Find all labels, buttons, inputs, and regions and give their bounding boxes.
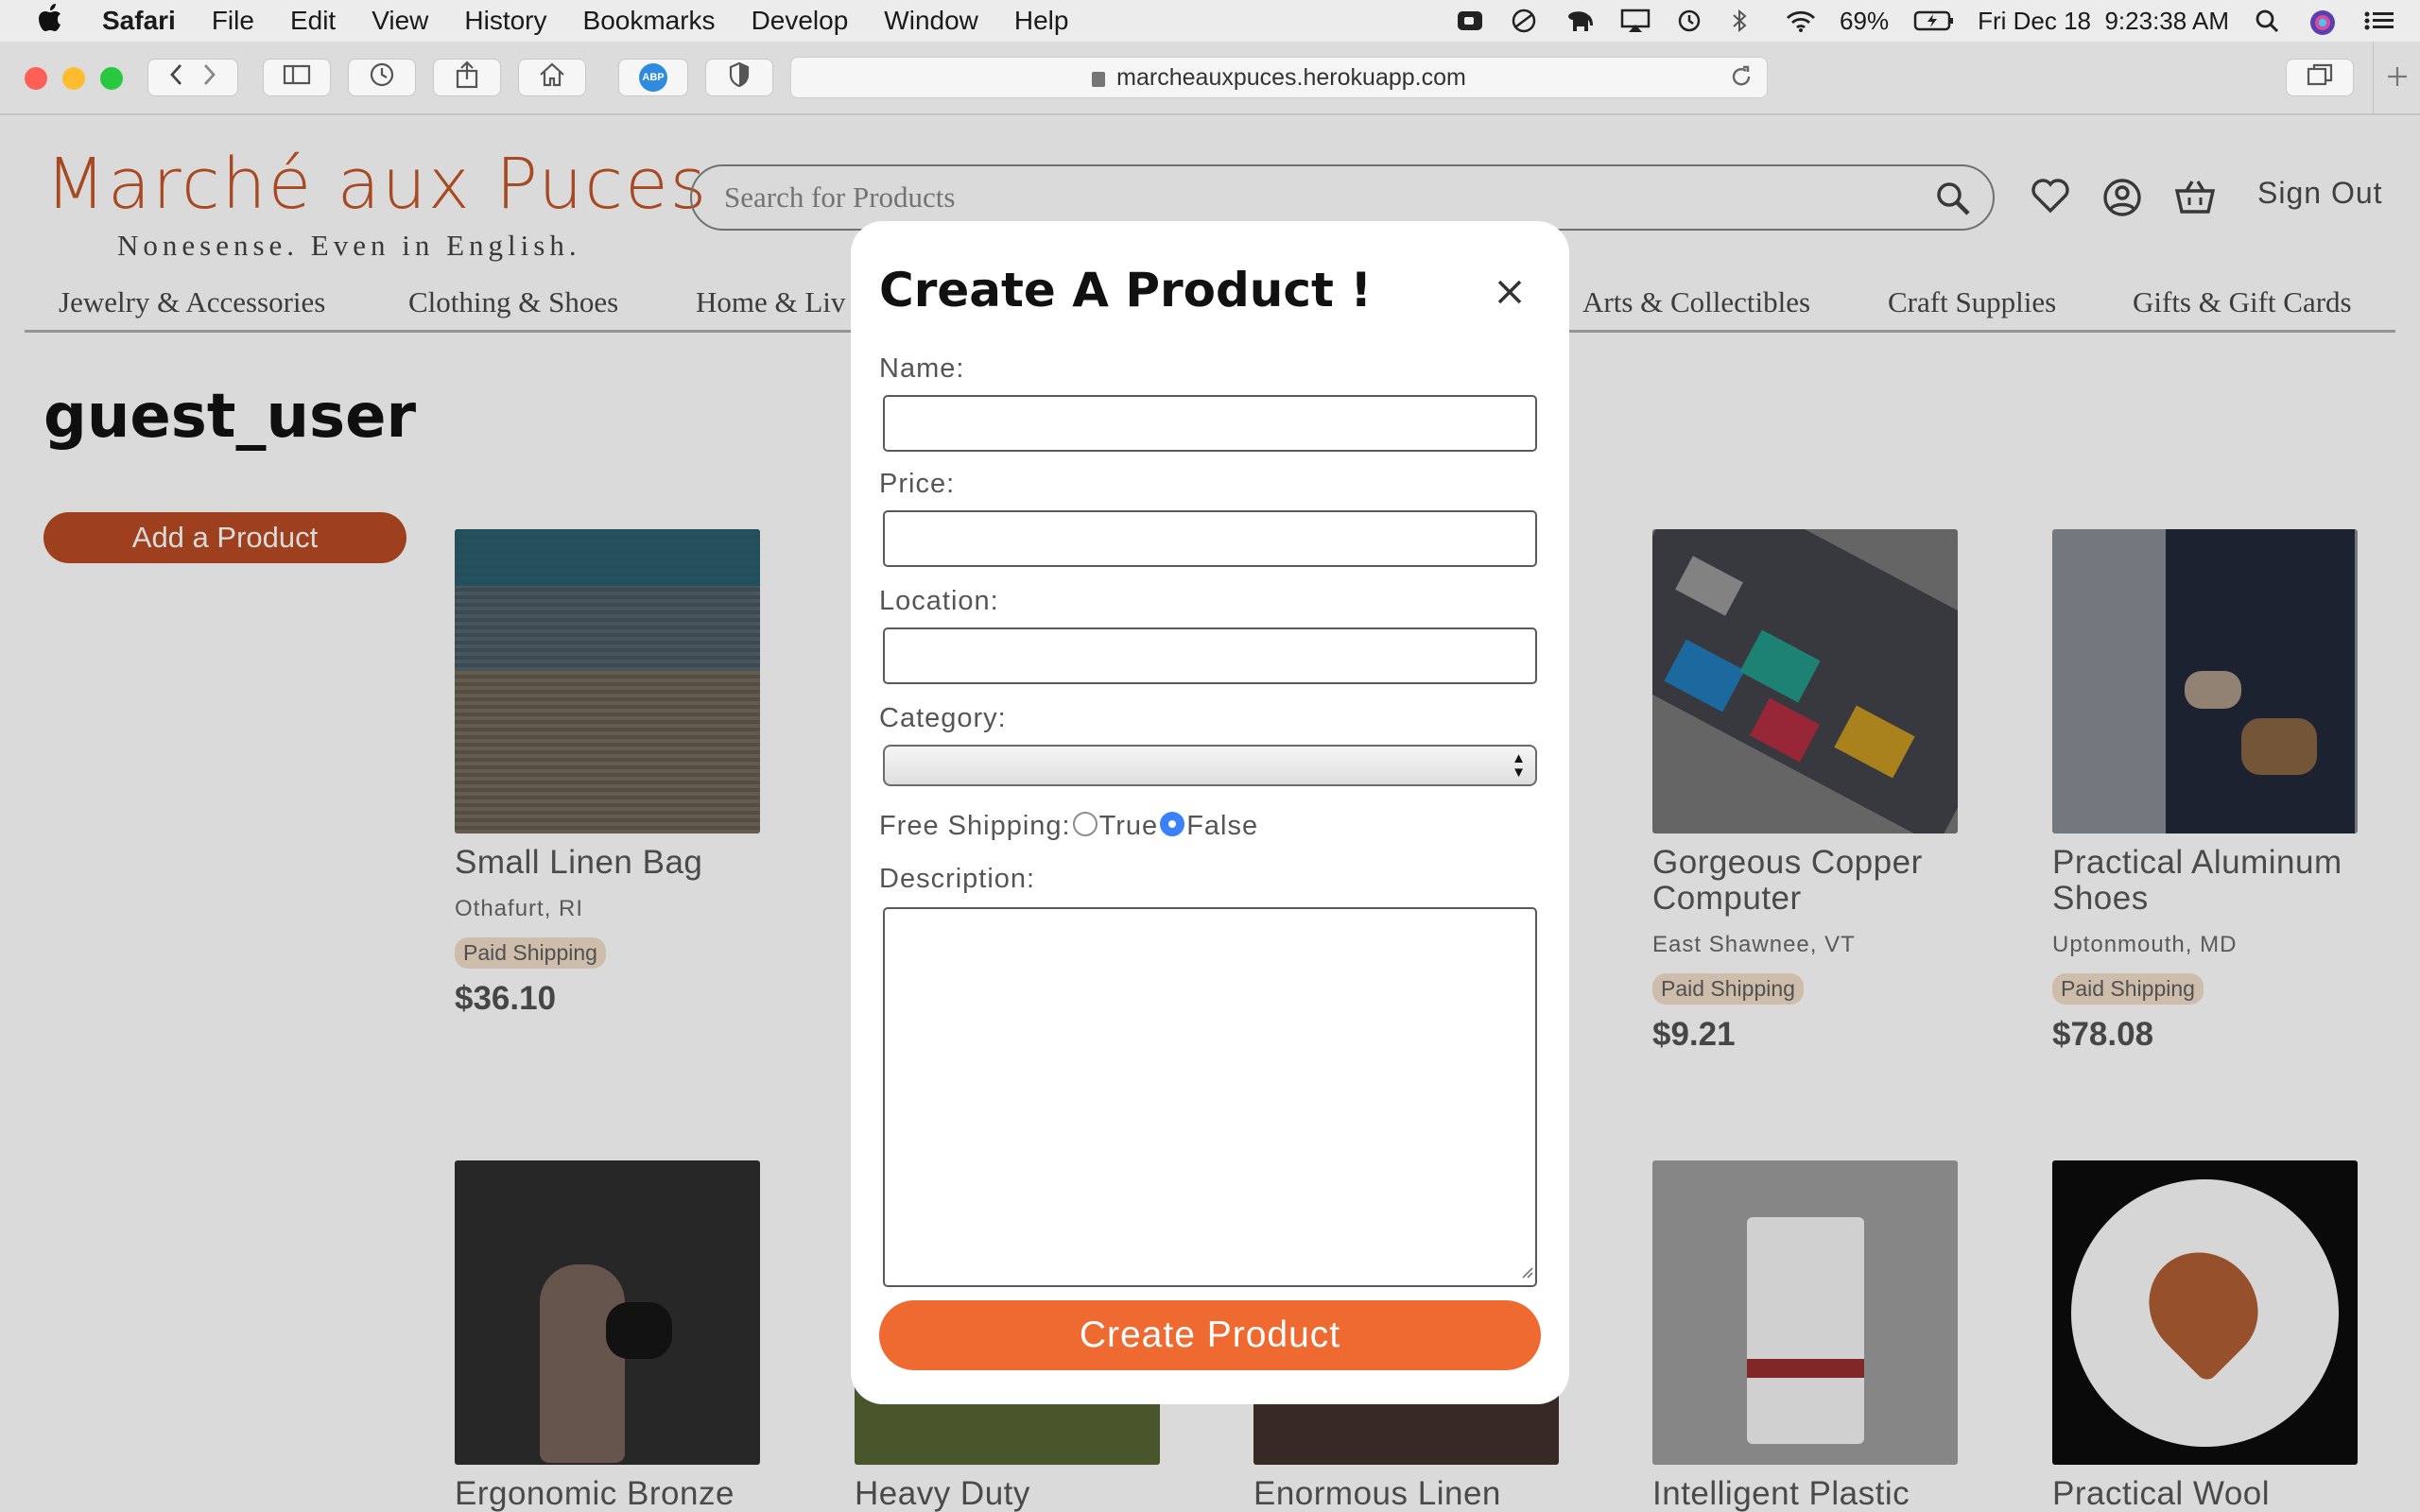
home-button[interactable] (518, 59, 586, 96)
share-button[interactable] (433, 59, 501, 96)
price-label: Price: (879, 469, 956, 499)
macos-menu-bar: Safari File Edit View History Bookmarks … (0, 0, 2420, 42)
menu-file[interactable]: File (212, 6, 254, 36)
free-shipping-false-label[interactable]: False (1186, 811, 1258, 842)
clock-datetime[interactable]: Fri Dec 18 9:23:38 AM (1978, 7, 2229, 36)
adblock-icon: ABP (639, 63, 667, 92)
free-shipping-group: Free Shipping: True False (879, 811, 1258, 842)
tabs-icon (2307, 62, 2333, 94)
menu-history[interactable]: History (464, 6, 546, 36)
menu-bookmarks[interactable]: Bookmarks (583, 6, 716, 36)
free-shipping-true-radio[interactable] (1072, 811, 1098, 836)
sidebar-icon (283, 63, 311, 93)
create-product-modal: Create A Product ! Name: Price: Location… (851, 221, 1569, 1404)
menu-edit[interactable]: Edit (290, 6, 336, 36)
name-label: Name: (879, 353, 965, 384)
apple-menu-icon[interactable] (38, 3, 62, 39)
share-icon (455, 60, 479, 95)
menu-view[interactable]: View (372, 6, 428, 36)
resize-grip-icon[interactable] (1518, 1263, 1533, 1283)
lock-icon (1092, 72, 1106, 87)
category-label: Category: (879, 703, 1007, 733)
battery-percent: 69% (1840, 6, 1890, 35)
close-window-button[interactable] (25, 67, 47, 90)
wifi-icon[interactable] (1785, 9, 1816, 33)
menu-help[interactable]: Help (1014, 6, 1069, 36)
browser-toolbar: ABP marcheauxpuces.herokuapp.com (0, 42, 2420, 115)
reload-icon[interactable] (1729, 63, 1754, 96)
free-shipping-false-radio[interactable] (1160, 811, 1185, 836)
history-button[interactable] (348, 59, 416, 96)
home-icon (538, 61, 566, 94)
location-input[interactable] (883, 627, 1537, 684)
url-text: marcheauxpuces.herokuapp.com (1116, 63, 1466, 91)
description-textarea[interactable] (883, 907, 1537, 1287)
airplay-icon[interactable] (1620, 9, 1651, 33)
battery-charging-icon[interactable] (1913, 9, 1954, 33)
back-forward-buttons (147, 59, 238, 96)
plus-icon (2386, 65, 2409, 93)
minimize-window-button[interactable] (62, 67, 85, 90)
close-icon[interactable] (1490, 272, 1528, 310)
tab-overview-button[interactable] (2286, 59, 2354, 96)
bluetooth-icon[interactable] (1730, 9, 1760, 33)
free-shipping-label: Free Shipping: (879, 811, 1071, 841)
menu-develop[interactable]: Develop (752, 6, 849, 36)
description-label: Description: (879, 864, 1036, 894)
new-tab-button[interactable] (2373, 42, 2420, 115)
clock-icon (369, 61, 395, 94)
video-camera-icon[interactable] (1456, 9, 1486, 33)
siri-icon[interactable] (2308, 9, 2339, 35)
do-not-disturb-icon[interactable] (1511, 9, 1541, 33)
menu-app-safari[interactable]: Safari (102, 6, 176, 36)
adblock-extension-button[interactable]: ABP (618, 59, 688, 96)
location-label: Location: (879, 586, 999, 616)
time-machine-icon[interactable] (1675, 9, 1705, 33)
elephant-icon[interactable] (1565, 9, 1596, 33)
back-icon[interactable] (169, 63, 182, 93)
name-input[interactable] (883, 395, 1537, 452)
category-select[interactable]: ▲ ▼ (883, 745, 1537, 786)
shield-icon (728, 61, 751, 94)
spotlight-search-icon[interactable] (2254, 9, 2284, 33)
create-product-button[interactable]: Create Product (879, 1300, 1541, 1370)
menu-window[interactable]: Window (884, 6, 978, 36)
sidebar-toggle-button[interactable] (263, 59, 331, 96)
free-shipping-true-label[interactable]: True (1099, 811, 1159, 842)
select-arrows-icon: ▲ ▼ (1512, 750, 1526, 781)
zoom-window-button[interactable] (100, 67, 123, 90)
price-input[interactable] (883, 510, 1537, 567)
forward-icon[interactable] (203, 63, 216, 93)
privacy-extension-button[interactable] (705, 59, 773, 96)
notification-center-icon[interactable] (2363, 9, 2394, 33)
modal-title: Create A Product ! (879, 263, 1373, 318)
address-bar[interactable]: marcheauxpuces.herokuapp.com (790, 57, 1768, 98)
